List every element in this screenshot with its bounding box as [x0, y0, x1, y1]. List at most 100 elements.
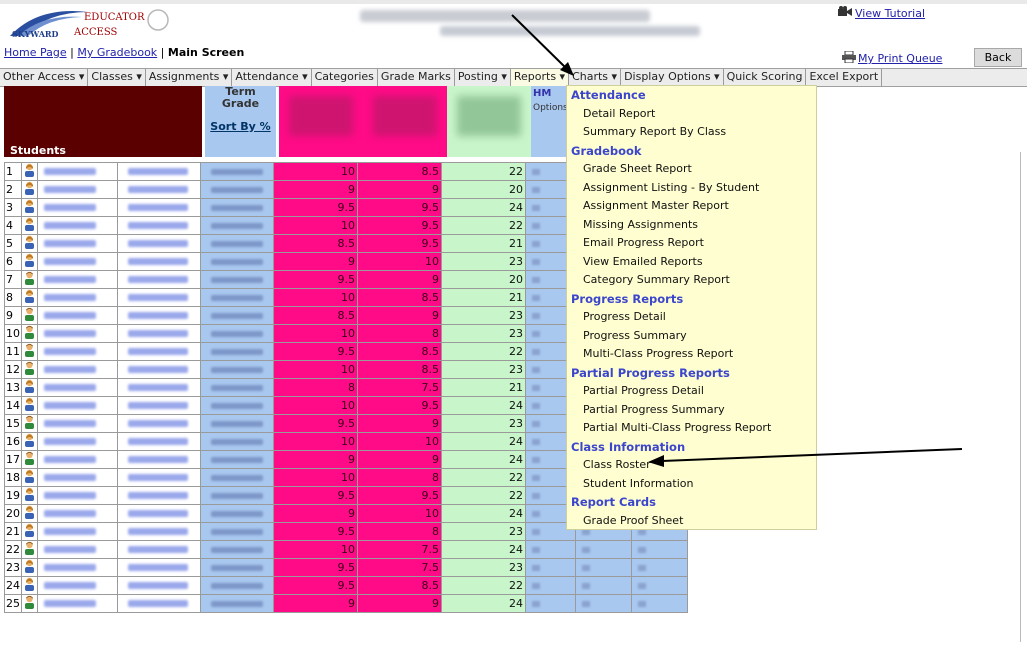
breadcrumb-home[interactable]: Home Page — [4, 46, 67, 59]
menu-item-detail-report[interactable]: Detail Report — [567, 105, 816, 124]
score-cell[interactable]: 9 — [357, 270, 442, 289]
score-cell[interactable]: 23 — [441, 522, 526, 541]
student-last-name[interactable] — [37, 360, 118, 379]
score-cell[interactable]: 9.5 — [273, 198, 358, 217]
score-cell[interactable]: 10 — [357, 504, 442, 523]
student-boy-icon[interactable] — [21, 342, 38, 361]
hm-cell[interactable] — [525, 594, 576, 613]
score-cell[interactable]: 23 — [441, 558, 526, 577]
menu-categories[interactable]: Categories — [312, 69, 378, 86]
score-cell[interactable]: 21 — [441, 378, 526, 397]
menu-reports[interactable]: Reports ▾ — [510, 69, 570, 86]
student-first-name[interactable] — [117, 252, 201, 271]
score-cell[interactable]: 24 — [441, 396, 526, 415]
score-cell[interactable]: 9.5 — [273, 576, 358, 595]
student-girl-icon[interactable] — [21, 432, 38, 451]
score-cell[interactable]: 21 — [441, 288, 526, 307]
score-cell[interactable]: 10 — [273, 324, 358, 343]
score-cell[interactable]: 22 — [441, 486, 526, 505]
score-cell[interactable]: 9.5 — [273, 558, 358, 577]
score-cell[interactable]: 8 — [357, 468, 442, 487]
student-first-name[interactable] — [117, 288, 201, 307]
score-cell[interactable]: 24 — [441, 432, 526, 451]
menu-posting[interactable]: Posting ▾ — [455, 69, 511, 86]
score-cell[interactable]: 9 — [357, 306, 442, 325]
student-first-name[interactable] — [117, 540, 201, 559]
menu-grade-marks[interactable]: Grade Marks — [378, 69, 455, 86]
student-boy-icon[interactable] — [21, 540, 38, 559]
score-cell[interactable]: 9 — [273, 594, 358, 613]
menu-display-options[interactable]: Display Options ▾ — [621, 69, 724, 86]
score-cell-blank[interactable] — [575, 576, 632, 595]
menu-item-progress-summary[interactable]: Progress Summary — [567, 327, 816, 346]
score-cell[interactable]: 9 — [273, 504, 358, 523]
menu-excel-export[interactable]: Excel Export — [806, 69, 883, 86]
score-cell[interactable]: 8.5 — [273, 234, 358, 253]
menu-item-category-summary-report[interactable]: Category Summary Report — [567, 271, 816, 290]
score-cell[interactable]: 9.5 — [273, 342, 358, 361]
student-boy-icon[interactable] — [21, 414, 38, 433]
score-cell[interactable]: 10 — [273, 396, 358, 415]
assignment-header-1[interactable] — [279, 86, 363, 157]
student-first-name[interactable] — [117, 234, 201, 253]
score-cell[interactable]: 9 — [273, 450, 358, 469]
student-first-name[interactable] — [117, 558, 201, 577]
score-cell[interactable]: 9.5 — [273, 522, 358, 541]
score-cell[interactable]: 24 — [441, 198, 526, 217]
score-cell-blank[interactable] — [631, 594, 688, 613]
score-cell[interactable]: 23 — [441, 324, 526, 343]
student-first-name[interactable] — [117, 270, 201, 289]
score-cell[interactable]: 8.5 — [357, 288, 442, 307]
student-first-name[interactable] — [117, 594, 201, 613]
student-last-name[interactable] — [37, 432, 118, 451]
student-first-name[interactable] — [117, 198, 201, 217]
score-cell[interactable]: 8 — [273, 378, 358, 397]
student-first-name[interactable] — [117, 360, 201, 379]
student-first-name[interactable] — [117, 306, 201, 325]
menu-item-class-roster[interactable]: Class Roster — [567, 456, 816, 475]
student-last-name[interactable] — [37, 504, 118, 523]
student-first-name[interactable] — [117, 468, 201, 487]
score-cell[interactable]: 7.5 — [357, 540, 442, 559]
student-last-name[interactable] — [37, 378, 118, 397]
student-first-name[interactable] — [117, 324, 201, 343]
score-cell-blank[interactable] — [631, 558, 688, 577]
student-last-name[interactable] — [37, 540, 118, 559]
score-cell[interactable]: 9.5 — [357, 234, 442, 253]
score-cell[interactable]: 22 — [441, 162, 526, 181]
menu-item-partial-progress-summary[interactable]: Partial Progress Summary — [567, 401, 816, 420]
score-cell[interactable]: 9.5 — [357, 198, 442, 217]
menu-charts[interactable]: Charts ▾ — [569, 69, 622, 86]
student-first-name[interactable] — [117, 378, 201, 397]
student-first-name[interactable] — [117, 522, 201, 541]
student-last-name[interactable] — [37, 450, 118, 469]
student-first-name[interactable] — [117, 216, 201, 235]
menu-item-grade-proof-sheet[interactable]: Grade Proof Sheet — [567, 512, 816, 531]
score-cell[interactable]: 10 — [273, 540, 358, 559]
print-queue-link[interactable]: My Print Queue — [842, 50, 942, 66]
score-cell[interactable]: 8.5 — [357, 360, 442, 379]
student-girl-icon[interactable] — [21, 216, 38, 235]
menu-other-access[interactable]: Other Access ▾ — [0, 69, 89, 86]
student-last-name[interactable] — [37, 342, 118, 361]
breadcrumb-gradebook[interactable]: My Gradebook — [77, 46, 157, 59]
student-first-name[interactable] — [117, 396, 201, 415]
score-cell[interactable]: 10 — [273, 468, 358, 487]
student-girl-icon[interactable] — [21, 252, 38, 271]
student-last-name[interactable] — [37, 198, 118, 217]
student-last-name[interactable] — [37, 486, 118, 505]
student-last-name[interactable] — [37, 414, 118, 433]
student-boy-icon[interactable] — [21, 324, 38, 343]
score-cell[interactable]: 22 — [441, 576, 526, 595]
student-last-name[interactable] — [37, 252, 118, 271]
student-last-name[interactable] — [37, 522, 118, 541]
student-boy-icon[interactable] — [21, 450, 38, 469]
score-cell[interactable]: 9.5 — [273, 270, 358, 289]
score-cell[interactable]: 24 — [441, 504, 526, 523]
score-cell[interactable]: 22 — [441, 468, 526, 487]
score-cell[interactable]: 9.5 — [273, 486, 358, 505]
student-girl-icon[interactable] — [21, 486, 38, 505]
score-cell[interactable]: 23 — [441, 360, 526, 379]
student-boy-icon[interactable] — [21, 360, 38, 379]
score-cell-blank[interactable] — [575, 558, 632, 577]
